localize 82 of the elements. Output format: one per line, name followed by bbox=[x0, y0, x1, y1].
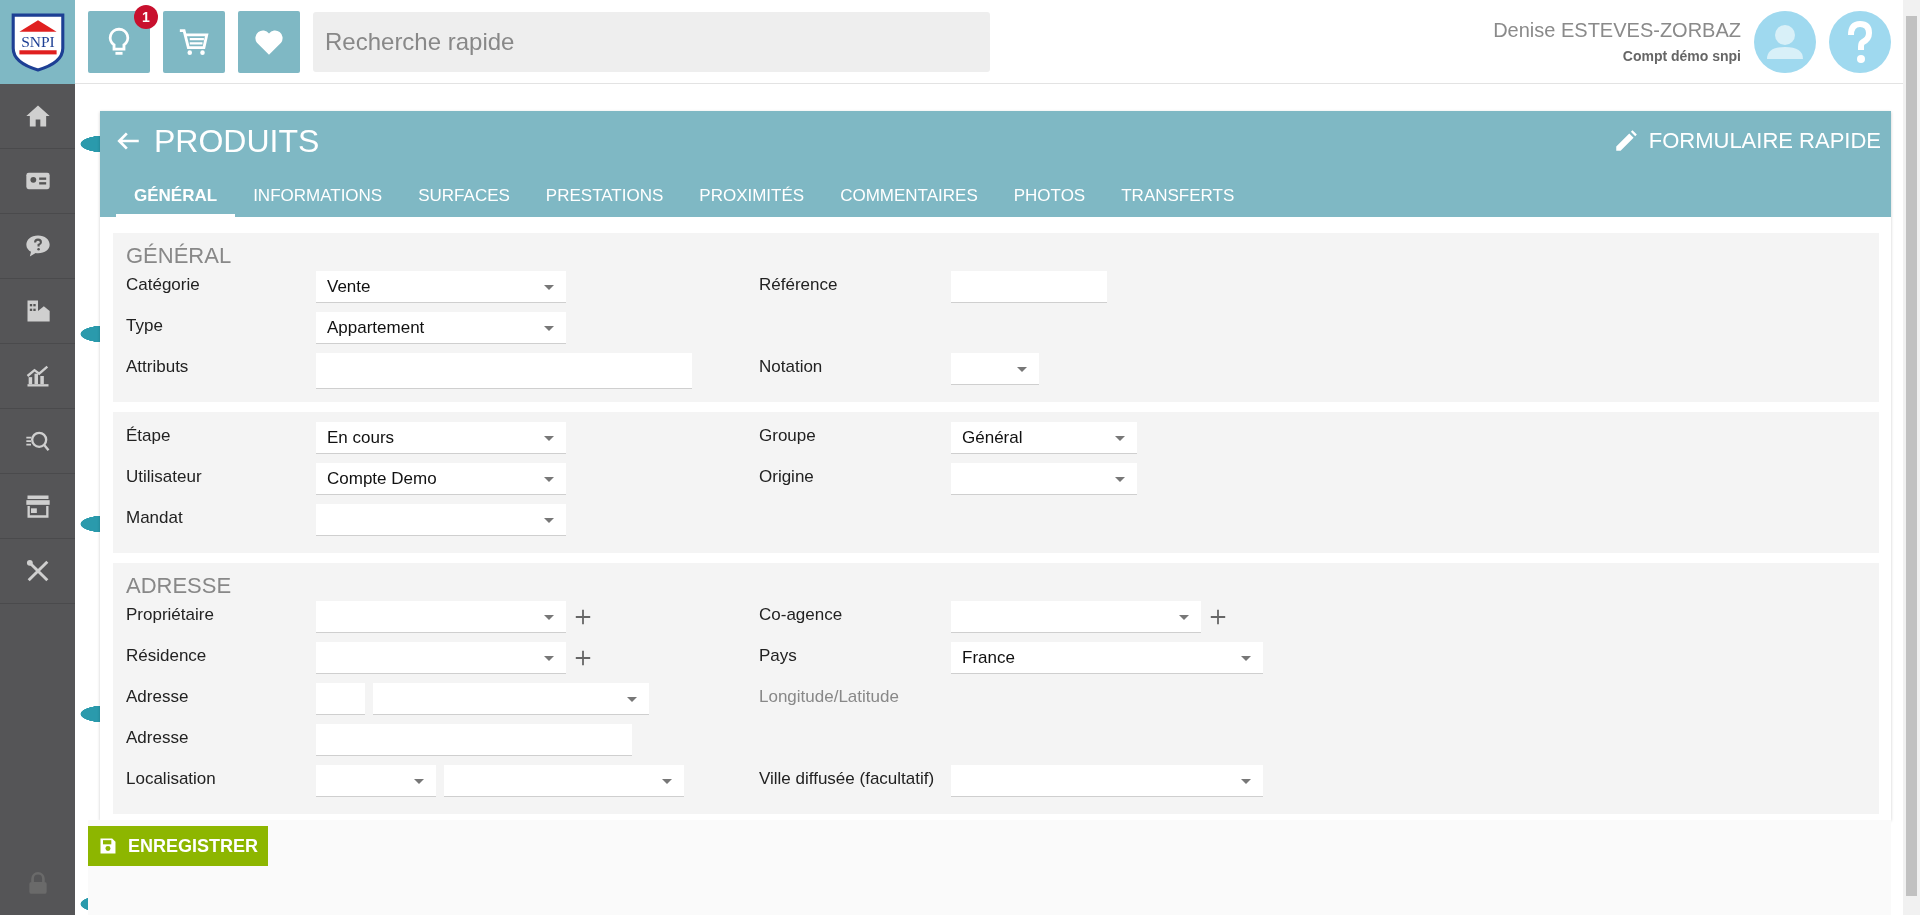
section-heading: GÉNÉRAL bbox=[126, 243, 233, 269]
dropdown-field[interactable] bbox=[316, 642, 566, 674]
save-button[interactable]: ENREGISTRER bbox=[88, 826, 268, 866]
section-heading: ADRESSE bbox=[126, 573, 233, 599]
field-label: Étape bbox=[126, 425, 172, 446]
field-label: Ville diffusée (facultatif) bbox=[759, 768, 936, 789]
street-number-field[interactable] bbox=[316, 683, 365, 715]
dropdown-field[interactable]: Vente bbox=[316, 271, 566, 303]
field-label: Type bbox=[126, 315, 164, 336]
field-label: Origine bbox=[759, 466, 815, 487]
dropdown-field[interactable] bbox=[444, 765, 684, 797]
field-label: Attributs bbox=[126, 356, 190, 377]
scrollbar[interactable] bbox=[1903, 0, 1920, 915]
caret-icon bbox=[414, 779, 424, 784]
caret-icon bbox=[1179, 615, 1189, 620]
page-title: PRODUITS bbox=[154, 122, 320, 160]
tab[interactable]: GÉNÉRAL bbox=[116, 171, 236, 217]
field-label: Référence bbox=[759, 274, 839, 295]
input-field[interactable] bbox=[951, 271, 1107, 303]
field-label: Adresse bbox=[126, 727, 190, 748]
caret-icon bbox=[1241, 779, 1251, 784]
field-label: Co-agence bbox=[759, 604, 844, 625]
field-label: Mandat bbox=[126, 507, 184, 528]
field-label: Notation bbox=[759, 356, 824, 377]
caret-icon bbox=[627, 697, 637, 702]
field-label: Groupe bbox=[759, 425, 817, 446]
tab[interactable]: PROXIMITÉS bbox=[681, 171, 823, 217]
dropdown-field[interactable] bbox=[373, 683, 649, 715]
caret-icon bbox=[544, 477, 554, 482]
field-label: Utilisateur bbox=[126, 466, 203, 487]
dropdown-field[interactable] bbox=[951, 353, 1039, 385]
caret-icon bbox=[1115, 436, 1125, 441]
dropdown-field[interactable]: Compte Demo bbox=[316, 463, 566, 495]
field-label: Localisation bbox=[126, 768, 217, 789]
tab[interactable]: PRESTATIONS bbox=[527, 171, 682, 217]
notification-badge: 1 bbox=[134, 4, 158, 29]
favorites-button[interactable] bbox=[238, 10, 300, 73]
dropdown-field[interactable]: Général bbox=[951, 422, 1137, 454]
cart-button[interactable] bbox=[163, 10, 225, 73]
tab[interactable]: TRANSFERTS bbox=[1103, 171, 1253, 217]
add-icon[interactable] bbox=[574, 608, 592, 626]
caret-icon bbox=[544, 518, 554, 523]
dropdown-field[interactable] bbox=[951, 463, 1137, 495]
add-icon[interactable] bbox=[574, 649, 592, 667]
caret-icon bbox=[1115, 477, 1125, 482]
dropdown-field[interactable]: Appartement bbox=[316, 312, 566, 344]
caret-icon bbox=[662, 779, 672, 784]
logo-text: SNPI bbox=[20, 33, 55, 51]
tab[interactable]: COMMENTAIRES bbox=[822, 171, 996, 217]
caret-icon bbox=[544, 615, 554, 620]
caret-icon bbox=[1017, 367, 1027, 372]
dropdown-field[interactable] bbox=[951, 601, 1201, 633]
input-field[interactable] bbox=[316, 724, 632, 756]
ideas-button[interactable] bbox=[88, 10, 150, 73]
caret-icon bbox=[544, 326, 554, 331]
search-field[interactable]: Recherche rapide bbox=[313, 11, 990, 72]
field-label: Propriétaire bbox=[126, 604, 215, 625]
field-label: Pays bbox=[759, 645, 798, 666]
dropdown-field[interactable]: France bbox=[951, 642, 1263, 674]
quick-form-button[interactable]: FORMULAIRE RAPIDE bbox=[1612, 128, 1881, 154]
help-icon[interactable] bbox=[1829, 10, 1891, 73]
field-label: Longitude/Latitude bbox=[759, 686, 900, 707]
field-label: Adresse bbox=[126, 686, 190, 707]
caret-icon bbox=[1241, 656, 1251, 661]
user-name: Denise ESTEVES-ZORBAZ bbox=[1493, 19, 1741, 42]
tab[interactable]: SURFACES bbox=[400, 171, 528, 217]
caret-icon bbox=[544, 285, 554, 290]
field-label: Résidence bbox=[126, 645, 208, 666]
dropdown-field[interactable] bbox=[316, 765, 436, 797]
dropdown-field[interactable] bbox=[316, 601, 566, 633]
input-field[interactable] bbox=[316, 353, 692, 389]
dropdown-field[interactable]: En cours bbox=[316, 422, 566, 454]
account-name: Compt démo snpi bbox=[1622, 48, 1741, 64]
dropdown-field[interactable] bbox=[316, 504, 566, 536]
caret-icon bbox=[544, 656, 554, 661]
avatar-icon[interactable] bbox=[1754, 10, 1816, 73]
tab[interactable]: INFORMATIONS bbox=[235, 171, 401, 217]
caret-icon bbox=[544, 436, 554, 441]
field-label: Catégorie bbox=[126, 274, 201, 295]
add-icon[interactable] bbox=[1209, 608, 1227, 626]
dropdown-field[interactable] bbox=[951, 765, 1263, 797]
tab[interactable]: PHOTOS bbox=[995, 171, 1104, 217]
